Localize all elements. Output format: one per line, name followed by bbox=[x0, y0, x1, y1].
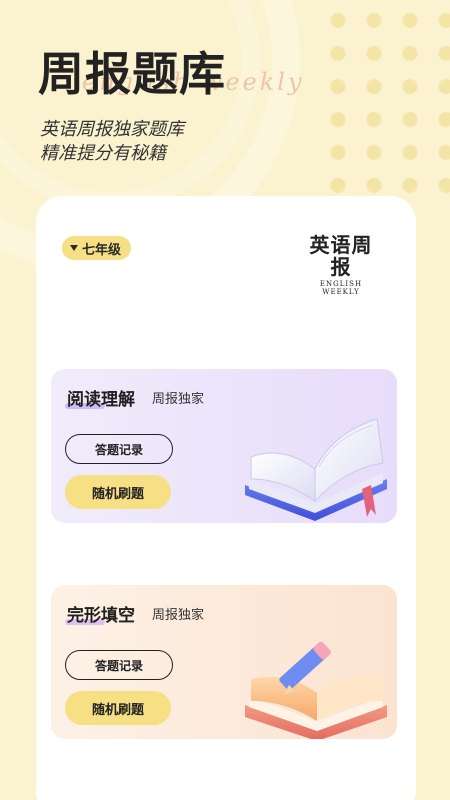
caret-down-icon bbox=[70, 245, 78, 251]
section-title: 阅读理解 bbox=[67, 390, 135, 410]
random-practice-button[interactable]: 随机刷题 bbox=[65, 475, 171, 509]
section-reading[interactable]: 阅读理解 周报独家 答题记录 随机刷题 bbox=[51, 369, 397, 523]
answer-record-button[interactable]: 答题记录 bbox=[65, 434, 173, 464]
grade-selector[interactable]: 七年级 bbox=[62, 236, 132, 260]
logo-english-text: ENGLISH WEEKLY bbox=[319, 280, 363, 296]
answer-record-button[interactable]: 答题记录 bbox=[65, 650, 173, 680]
background-dot-pattern bbox=[320, 0, 450, 200]
section-tag: 周报独家 bbox=[152, 392, 205, 407]
logo-chinese-text: 英语周报 bbox=[309, 233, 373, 279]
books-pencil-icon bbox=[245, 641, 387, 739]
random-practice-button[interactable]: 随机刷题 bbox=[65, 691, 171, 725]
page-title: 周报题库 bbox=[38, 47, 226, 101]
section-cloze[interactable]: 完形填空 周报独家 答题记录 随机刷题 bbox=[51, 585, 397, 739]
question-bank-card: 七年级 英语周报 ENGLISH WEEKLY 阅读理解 周报独家 答题记录 随… bbox=[36, 196, 416, 800]
hero-subtitle-line2: 精准提分有秘籍 bbox=[40, 143, 166, 164]
grade-label: 七年级 bbox=[82, 242, 122, 258]
open-book-icon bbox=[245, 418, 387, 521]
section-tag: 周报独家 bbox=[152, 608, 205, 623]
hero-subtitle: 英语周报独家题库 精准提分有秘籍 bbox=[40, 118, 184, 166]
hero-subtitle-line1: 英语周报独家题库 bbox=[40, 119, 184, 140]
section-title: 完形填空 bbox=[67, 606, 135, 626]
english-weekly-logo: 英语周报 ENGLISH WEEKLY bbox=[300, 234, 382, 296]
